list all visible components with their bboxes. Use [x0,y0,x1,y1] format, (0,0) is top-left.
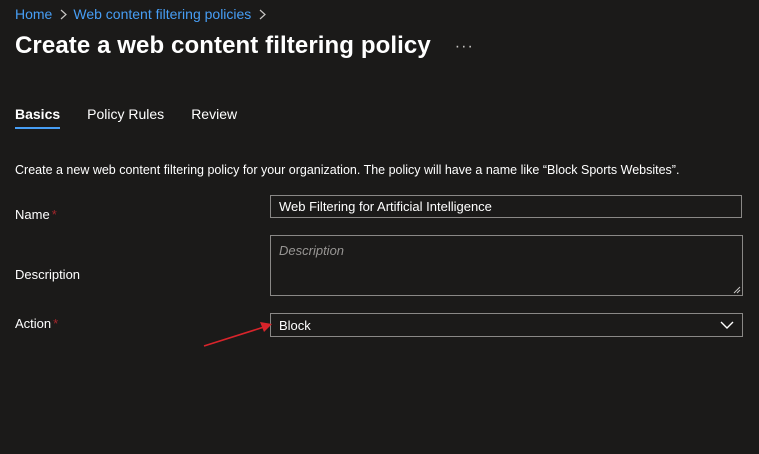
breadcrumb-web-content-filtering-policies[interactable]: Web content filtering policies [73,6,251,22]
chevron-right-icon [259,9,267,20]
required-mark: * [53,316,59,331]
page-title: Create a web content filtering policy [15,32,431,59]
chevron-right-icon [60,9,68,20]
breadcrumb: Home Web content filtering policies [15,6,272,22]
title-row: Create a web content filtering policy ··… [15,32,474,60]
description-textarea[interactable] [270,235,743,296]
chevron-down-icon [720,320,734,330]
name-label: Name * [15,207,57,222]
tab-bar: Basics Policy Rules Review [15,106,264,129]
action-label: Action * [15,316,58,331]
tab-policy-rules[interactable]: Policy Rules [87,106,164,129]
tab-review[interactable]: Review [191,106,237,129]
required-mark: * [51,207,57,222]
breadcrumb-home[interactable]: Home [15,6,52,22]
intro-text: Create a new web content filtering polic… [15,163,680,177]
description-label: Description [15,267,81,282]
action-dropdown[interactable]: Block [270,313,743,337]
more-icon[interactable]: ··· [455,38,474,56]
create-policy-page: Home Web content filtering policies Crea… [0,0,759,454]
resize-grip-icon[interactable] [731,284,741,294]
name-label-text: Name [15,207,50,222]
red-arrow-icon [203,322,272,347]
name-input[interactable] [270,195,742,218]
action-label-text: Action [15,316,52,331]
action-selected-value: Block [279,317,311,333]
tab-basics[interactable]: Basics [15,106,61,129]
